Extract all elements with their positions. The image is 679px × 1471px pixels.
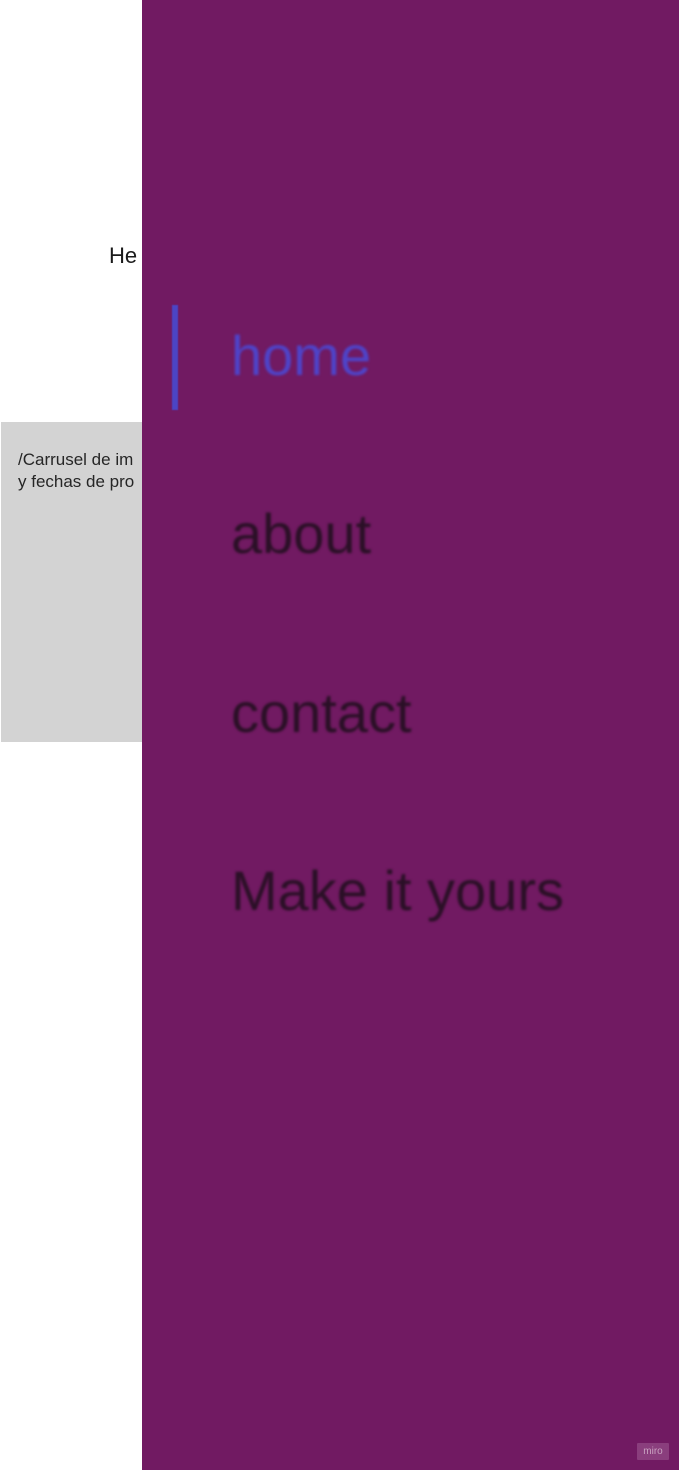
menu-item-contact[interactable]: contact xyxy=(231,681,412,745)
side-menu-panel: home about contact Make it yours miro xyxy=(142,0,679,1470)
header-text: He xyxy=(109,243,138,268)
page: He /Carrusel de im y fechas de pro home … xyxy=(0,0,679,1471)
menu-item-about[interactable]: about xyxy=(231,502,371,566)
menu-item-make-it-yours[interactable]: Make it yours xyxy=(231,859,564,923)
menu-item-home[interactable]: home xyxy=(231,324,371,388)
active-item-indicator xyxy=(172,305,178,410)
miro-logo-badge[interactable]: miro xyxy=(637,1443,669,1460)
